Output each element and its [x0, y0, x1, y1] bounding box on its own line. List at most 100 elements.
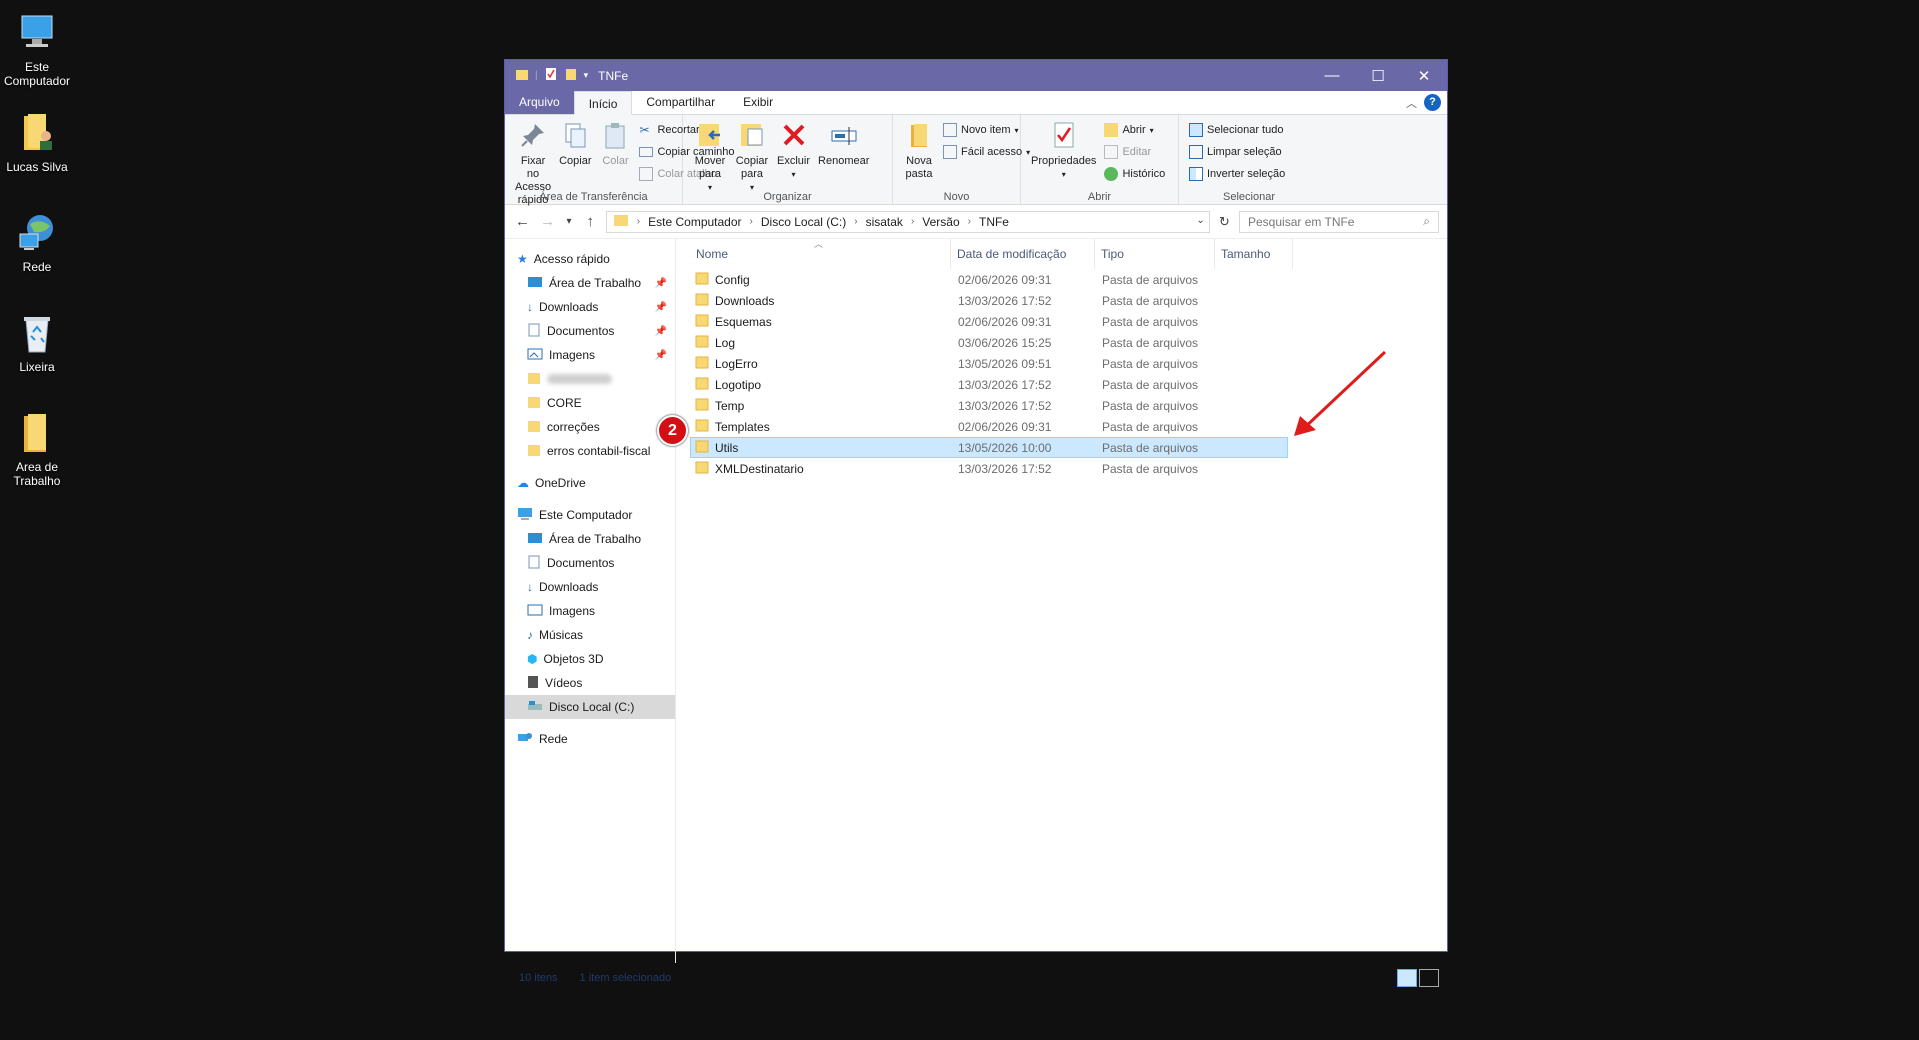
- minimize-button[interactable]: —: [1309, 60, 1355, 91]
- rename-button[interactable]: Renomear: [814, 119, 873, 168]
- paste-button[interactable]: Colar: [595, 119, 635, 168]
- tab-share[interactable]: Compartilhar: [632, 90, 729, 114]
- table-row[interactable]: Log 03/06/2026 15:25 Pasta de arquivos: [690, 332, 1288, 353]
- close-button[interactable]: ✕: [1401, 60, 1447, 91]
- nav-item-pictures[interactable]: Imagens 📌: [505, 343, 675, 367]
- maximize-button[interactable]: ☐: [1355, 60, 1401, 91]
- edit-button[interactable]: Editar: [1104, 143, 1165, 161]
- open-button[interactable]: Abrir ▾: [1104, 121, 1165, 139]
- table-row[interactable]: LogErro 13/05/2026 09:51 Pasta de arquivos: [690, 353, 1288, 374]
- nav-item-redacted[interactable]: [505, 367, 675, 391]
- forward-button[interactable]: →: [538, 213, 557, 230]
- search-input[interactable]: Pesquisar em TNFe ⌕: [1239, 210, 1439, 233]
- nav-item-documents[interactable]: Documentos 📌: [505, 319, 675, 343]
- group-label: Organizar: [763, 191, 812, 203]
- breadcrumb-item[interactable]: sisatak: [866, 215, 903, 229]
- folder-icon: [695, 461, 709, 477]
- table-row[interactable]: XMLDestinatario 13/03/2026 17:52 Pasta de …: [690, 458, 1288, 479]
- table-row[interactable]: Esquemas 02/06/2026 09:31 Pasta de arquivo…: [690, 311, 1288, 332]
- easy-access-button[interactable]: Fácil acesso ▾: [943, 143, 1030, 161]
- nav-item-erros[interactable]: erros contabil-fiscal: [505, 439, 675, 463]
- table-row[interactable]: Logotipo 13/03/2026 17:52 Pasta de arquivo…: [690, 374, 1288, 395]
- move-to-button[interactable]: Mover para ▾: [689, 119, 731, 194]
- nav-item-correcoes[interactable]: correções: [505, 415, 675, 439]
- dropdown-icon: ▾: [1014, 125, 1019, 135]
- breadcrumb-item[interactable]: Disco Local (C:): [761, 215, 846, 229]
- new-folder-button[interactable]: Nova pasta: [899, 119, 939, 181]
- properties-icon[interactable]: [544, 67, 558, 84]
- tab-home[interactable]: Início: [573, 91, 633, 115]
- desktop-icon-user[interactable]: Lucas Silva: [2, 110, 72, 174]
- chevron-down-icon[interactable]: ⌄: [1196, 215, 1204, 226]
- nav-quick-access[interactable]: ★ Acesso rápido: [505, 247, 675, 271]
- breadcrumb-item[interactable]: Versão: [922, 215, 959, 229]
- nav-item-pc-desktop[interactable]: Área de Trabalho: [505, 527, 675, 551]
- select-none-button[interactable]: Limpar seleção: [1189, 143, 1285, 161]
- tab-view[interactable]: Exibir: [729, 90, 787, 114]
- copy-path-icon: [639, 147, 654, 157]
- back-button[interactable]: ←: [513, 213, 532, 230]
- file-type: Pasta de arquivos: [1102, 356, 1199, 371]
- invert-selection-button[interactable]: Inverter seleção: [1189, 165, 1285, 183]
- nav-item-pc-videos[interactable]: Vídeos: [505, 671, 675, 695]
- nav-item-pc-3d-objects[interactable]: ⬢ Objetos 3D: [505, 647, 675, 671]
- file-name: Downloads: [715, 293, 775, 308]
- new-small-buttons: Novo item ▾ Fácil acesso ▾: [939, 119, 1034, 161]
- desktop-icon-folder[interactable]: Area de Trabalho: [2, 410, 72, 488]
- history-icon: [1104, 167, 1119, 181]
- table-row[interactable]: Utils 13/05/2026 10:00 Pasta de arquivos: [690, 437, 1288, 458]
- select-all-button[interactable]: Selecionar tudo: [1189, 121, 1285, 139]
- nav-item-desktop[interactable]: Área de Trabalho 📌: [505, 271, 675, 295]
- invert-selection-label: Inverter seleção: [1207, 168, 1286, 180]
- desktop-icon-label: Rede: [22, 260, 52, 274]
- tab-file[interactable]: Arquivo: [505, 90, 574, 114]
- history-button[interactable]: Histórico: [1104, 165, 1165, 183]
- new-item-button[interactable]: Novo item ▾: [943, 121, 1030, 139]
- new-folder-icon[interactable]: [564, 67, 578, 84]
- easy-access-icon: [943, 145, 957, 159]
- nav-item-core[interactable]: CORE: [505, 391, 675, 415]
- folder-icon: [695, 314, 709, 330]
- folder-icon: [527, 419, 541, 436]
- table-row[interactable]: Downloads 13/03/2026 17:52 Pasta de arquiv…: [690, 290, 1288, 311]
- nav-label: Área de Trabalho: [549, 532, 642, 546]
- pin-icon: 📌: [654, 349, 667, 361]
- properties-button[interactable]: Propriedades ▾: [1027, 119, 1100, 181]
- nav-this-pc[interactable]: Este Computador: [505, 503, 675, 527]
- table-row[interactable]: Config 02/06/2026 09:31 Pasta de arquivos: [690, 269, 1288, 290]
- table-row[interactable]: Temp 13/03/2026 17:52 Pasta de arquivos: [690, 395, 1288, 416]
- dropdown-icon: ▾: [791, 170, 796, 179]
- nav-item-pc-downloads[interactable]: ↓ Downloads: [505, 575, 675, 599]
- refresh-icon[interactable]: ↻: [1216, 214, 1233, 230]
- nav-item-downloads[interactable]: ↓ Downloads 📌: [505, 295, 675, 319]
- desktop-icon-recycle-bin[interactable]: Lixeira: [2, 310, 72, 374]
- desktop-icon-network[interactable]: Rede: [2, 210, 72, 274]
- address-bar[interactable]: › Este Computador › Disco Local (C:) › s…: [605, 210, 1210, 233]
- nav-item-pc-documents[interactable]: Documentos: [505, 551, 675, 575]
- nav-item-pc-pictures[interactable]: Imagens: [505, 599, 675, 623]
- column-header-modified[interactable]: Data de modificação: [951, 239, 1095, 269]
- collapse-ribbon-icon[interactable]: ︿: [1406, 95, 1417, 111]
- copy-to-button[interactable]: Copiar para ▾: [731, 119, 773, 194]
- details-view-button[interactable]: [1397, 969, 1417, 987]
- breadcrumb-item[interactable]: TNFe: [979, 215, 1009, 229]
- help-icon[interactable]: ?: [1424, 94, 1441, 111]
- delete-button[interactable]: Excluir ▾: [773, 119, 814, 181]
- desktop-icon-computer[interactable]: Este Computador: [2, 10, 72, 88]
- large-icons-view-button[interactable]: [1419, 969, 1439, 987]
- column-header-size[interactable]: Tamanho: [1215, 239, 1293, 269]
- copy-button[interactable]: Copiar: [555, 119, 595, 168]
- breadcrumb-item[interactable]: Este Computador: [648, 215, 741, 229]
- nav-item-pc-music[interactable]: ♪ Músicas: [505, 623, 675, 647]
- nav-onedrive[interactable]: ☁ OneDrive: [505, 471, 675, 495]
- customize-dropdown-icon[interactable]: ▾: [584, 70, 589, 81]
- column-header-type[interactable]: Tipo: [1095, 239, 1215, 269]
- file-modified: 02/06/2026 09:31: [958, 419, 1052, 434]
- nav-item-pc-local-disk[interactable]: Disco Local (C:): [505, 695, 675, 719]
- table-row[interactable]: Templates 02/06/2026 09:31 Pasta de arquiv…: [690, 416, 1288, 437]
- copy-to-icon: [736, 119, 768, 151]
- recent-dropdown-icon[interactable]: ▾: [563, 216, 574, 227]
- file-name: Temp: [715, 398, 745, 413]
- nav-network[interactable]: Rede: [505, 727, 675, 751]
- up-button[interactable]: ↑: [581, 213, 600, 230]
